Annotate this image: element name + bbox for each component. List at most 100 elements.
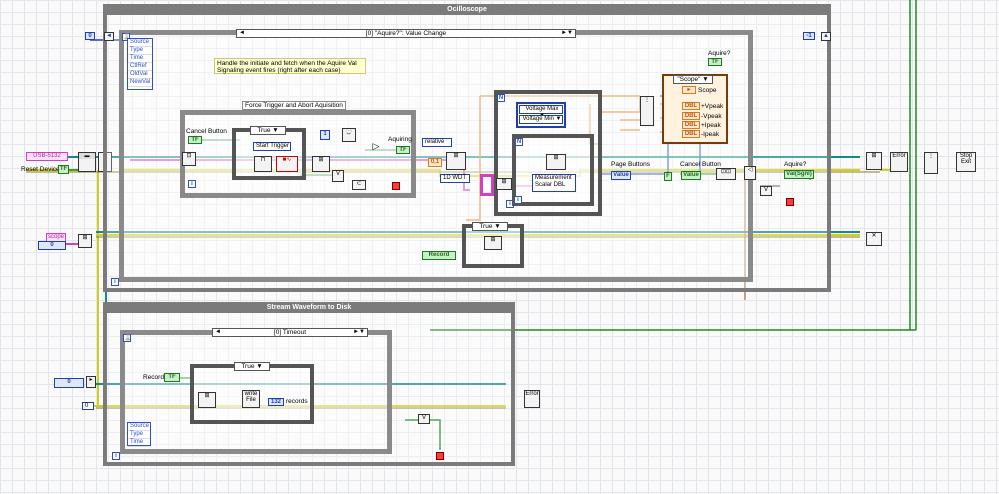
oscilloscope-loop-title: Ocilloscope (447, 6, 487, 13)
peak-2-label: +Ipeak (701, 122, 721, 129)
not-gate[interactable]: ▷ (370, 143, 382, 153)
index-right-text: -1 (806, 33, 812, 39)
cancel-button-terminal[interactable]: TF (188, 136, 202, 144)
stream-loop-title: Stream Waveform to Disk (266, 304, 352, 311)
scope-ref[interactable]: ▸ (682, 86, 696, 94)
voltage-max-text: Voltage Max (525, 106, 559, 112)
stream-init-node[interactable]: ▸ (86, 376, 96, 388)
scope-cluster-selector[interactable]: "Scope" ▼ (673, 75, 713, 84)
stream-case-selector[interactable]: True ▼ (234, 362, 270, 371)
start-trigger-case-text: True (257, 127, 271, 134)
measurement-enum[interactable]: Measurement Scalar DBL (532, 174, 576, 192)
release-queue-node[interactable]: ✕ (866, 232, 882, 246)
wait-ms-const[interactable]: 1 (320, 130, 330, 140)
read-node[interactable]: ⊞ (446, 152, 466, 170)
scalar-measure-node[interactable]: ⊞ (546, 154, 566, 170)
wdt-text: 1D WDT (443, 175, 466, 181)
event-case-selector[interactable]: ◄ [0] "Aquire?": Value Change ►▼ (236, 29, 576, 38)
voltage-max[interactable]: Voltage Max ▼ (519, 105, 563, 119)
start-trigger-property[interactable]: Start Trigger (253, 142, 291, 151)
voltage-min[interactable]: Voltage Min ▼ (519, 115, 563, 124)
stop-exit-node[interactable]: Stop Exit (956, 152, 976, 172)
next-case-arrow[interactable]: ►▼ (561, 30, 573, 37)
merge-errors-node[interactable]: ⋮ (924, 152, 938, 174)
reset-device-terminal[interactable]: TF (58, 165, 69, 174)
close-node[interactable]: ⊞ (866, 152, 882, 170)
or-node-stream[interactable]: V (418, 414, 430, 424)
wait-ms-node[interactable]: ⌚ (342, 128, 356, 142)
queue-create-node[interactable]: ⊞ (78, 234, 92, 248)
range-constant[interactable]: 0,1 (428, 158, 442, 167)
measurement-text: Measurement Scalar DBL (535, 175, 572, 188)
peak-2-term[interactable]: DBL (682, 121, 700, 129)
stream-event-source: Source (128, 423, 150, 431)
error-handler-node[interactable]: Error (890, 152, 908, 172)
unbundle-node[interactable]: ⋮ (640, 96, 654, 126)
start-trigger-text: Start Trigger (256, 143, 290, 149)
record-local-variable[interactable]: Record (422, 251, 456, 260)
dequeue-node[interactable]: ⊞ (198, 392, 216, 408)
index-constant-right[interactable]: -1 (803, 32, 815, 40)
stream-error-const[interactable]: 0 (82, 402, 94, 410)
relative-text: relative (425, 139, 445, 145)
voltage-min-text: Voltage Min (522, 116, 554, 122)
stream-record-terminal[interactable]: TF (164, 373, 180, 382)
timeout-case-selector[interactable]: ◄ [0] Timeout ►▼ (212, 328, 368, 337)
voltage-property-node[interactable]: Voltage Max ▼ Voltage Min ▼ (516, 102, 566, 128)
aquire-local-variable[interactable]: TF (708, 58, 722, 66)
zero-constant-left[interactable]: 0 (38, 241, 66, 250)
trigger-node-a[interactable]: ⊓ (254, 156, 272, 172)
aquiring-terminal[interactable]: TF (396, 146, 410, 154)
init-icon: ▬ (79, 153, 95, 159)
write-file-text: write File (244, 391, 258, 403)
peak-1-term[interactable]: DBL (682, 112, 700, 120)
force-trigger-stop (392, 182, 400, 190)
page-buttons-value[interactable]: Value (611, 171, 631, 180)
event-data-source: Source (128, 39, 152, 47)
stream-zero-const[interactable]: 0 (54, 378, 84, 388)
wait-node-1[interactable]: ⊡ (182, 152, 196, 166)
write-file-node[interactable]: write File (242, 390, 260, 408)
or-node-2[interactable]: V (760, 186, 772, 196)
inner-for-loop (512, 134, 594, 206)
oscilloscope-stop-terminal (786, 198, 794, 206)
timeout-next-arrow[interactable]: ►▼ (353, 329, 365, 336)
prev-case-arrow[interactable]: ◄ (239, 30, 245, 37)
force-trigger-iteration: i (188, 180, 196, 188)
device-name-constant[interactable]: USB-5132 (26, 152, 68, 161)
aquiring-label: Aquiring (388, 136, 412, 143)
right-shift-arrow: ▲ (821, 32, 831, 41)
timeout-prev-arrow[interactable]: ◄ (215, 329, 221, 336)
compare-node[interactable]: ⊂ (352, 180, 366, 190)
record-case-selector[interactable]: True ▼ (472, 222, 508, 231)
cancel-button-value[interactable]: Value (681, 171, 701, 180)
aquire-signal-terminal[interactable]: Val(Sgnl) (784, 170, 814, 179)
init-node-1[interactable]: ▬ (78, 152, 96, 172)
trigger-node-b[interactable]: ■∿ (276, 156, 298, 172)
scope-ref-label: Scope (698, 87, 717, 94)
force-trigger-label: Force Trigger and Abort Aquisition (242, 101, 346, 110)
peak-0-term[interactable]: DBL (682, 102, 700, 110)
device-name-text: USB-5132 (33, 153, 61, 159)
wait-node-2[interactable]: ⊡⊡ (716, 168, 736, 180)
index-constant-left[interactable]: 0 (85, 32, 95, 40)
left-shift-arrow: ◄ (104, 32, 114, 41)
false-const[interactable]: F (664, 172, 672, 181)
relative-constant[interactable]: relative (422, 138, 452, 147)
error-label: Error (892, 153, 906, 159)
right-node[interactable]: ◁ (744, 166, 756, 180)
stream-error-out[interactable]: Error (524, 390, 540, 408)
start-trigger-case-selector[interactable]: True ▼ (250, 126, 286, 135)
stream-case-text: True (241, 363, 255, 370)
array-index-node[interactable]: ⊞ (496, 178, 512, 190)
or-node[interactable]: V (332, 170, 344, 182)
scope-cluster-text: "Scope" (677, 76, 701, 83)
stream-zero-text: 0 (67, 379, 71, 385)
inner-for-loop-i: i (514, 196, 522, 204)
peak-3-term[interactable]: DBL (682, 130, 700, 138)
enqueue-node[interactable]: ⊞ (484, 236, 502, 250)
cancel-button-label: Cancel Button (186, 128, 227, 135)
cancel-button-label-2: Cancel Button (680, 161, 721, 168)
records-i32-term[interactable]: 132 (268, 398, 284, 406)
fetch-node[interactable]: ⊞ (312, 156, 330, 172)
